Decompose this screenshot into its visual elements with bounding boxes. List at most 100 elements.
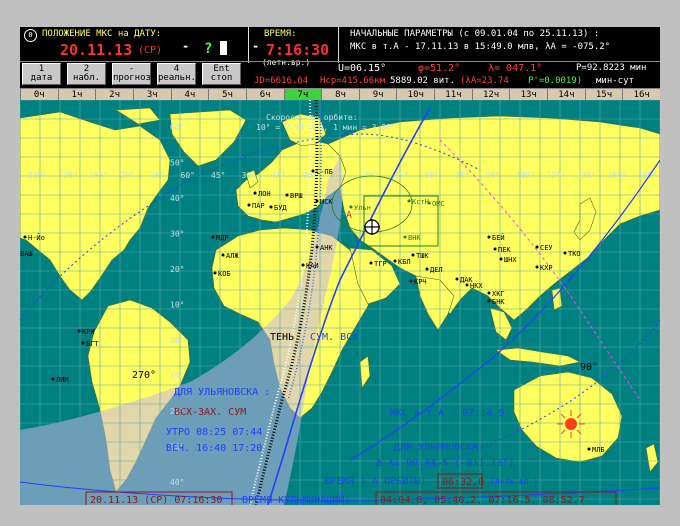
stop-button[interactable]: Ent стоп <box>202 63 241 85</box>
city-label: ТШК <box>416 252 429 260</box>
orbit-time-value[interactable]: 06:32.0 <box>442 477 484 488</box>
city-dot <box>411 253 415 257</box>
time-label: ВРЕМЯ: <box>264 29 297 39</box>
label-270: 270° <box>132 370 156 381</box>
city-dot <box>535 245 539 249</box>
date-button-label: дата <box>30 73 53 83</box>
latitude-label: 10° <box>170 372 184 381</box>
city-dot <box>221 253 225 257</box>
world-map[interactable]: 135° 120° 105° 90° 75° 60° 45° 30° 15° 00° 15° 30° 4… <box>20 100 660 505</box>
city-label: МСК <box>320 198 333 206</box>
date-value[interactable]: 20.11.13 <box>60 41 132 59</box>
time-dash: - <box>252 39 260 53</box>
city-dot <box>587 447 591 451</box>
longitude-labels: 135° 120° 105° 90° 75° 60° 45° 30° 15° 00° 15° 30° 4… <box>28 171 657 180</box>
header-panel: 0 ПОЛОЖЕНИЕ МКС на ДАТУ: 20.11.13 (СР) -… <box>20 27 660 88</box>
dash-marker: - <box>182 39 190 53</box>
culmination-values: 04:04.0, 05:40.2, 07:16.5, 08:52.7 <box>380 495 585 505</box>
city-label: ТКО <box>568 250 581 258</box>
date-button[interactable]: 1 дата <box>22 63 61 85</box>
lambda-value: λ= 047.1° <box>488 63 543 74</box>
city-dot <box>535 265 539 269</box>
latitude-label: 40° <box>170 478 184 487</box>
params-line: МКС в т.А - 17.11.13 в 15:49.0 млв, λА =… <box>350 42 611 52</box>
power-icon[interactable]: 0 <box>24 29 37 42</box>
city-dot <box>311 169 315 173</box>
city-label: ВРШ <box>290 192 303 200</box>
observation-button[interactable]: 2 набл. <box>67 63 106 85</box>
h-value: Hср=415.66км <box>320 76 386 86</box>
stop-button-label: стоп <box>210 73 233 83</box>
header-divider-2 <box>338 27 339 63</box>
philippines <box>551 287 563 311</box>
city-dot <box>493 247 497 251</box>
city-label: КБЛ <box>398 258 411 266</box>
uly-cols: ВСХ-ЗАХ. СУМ <box>174 407 246 418</box>
city-dot <box>349 205 353 209</box>
city-label: Ульн <box>354 204 371 212</box>
evening-times: ВЕЧ. 16:40 17:20 <box>166 443 262 454</box>
city-label: АЛЖ <box>226 252 239 260</box>
latitude-label: 40° <box>170 194 184 203</box>
city-label: БНК <box>492 298 505 306</box>
header-divider-3 <box>20 61 660 62</box>
latitude-label: 20° <box>170 265 184 274</box>
city-dot <box>301 263 305 267</box>
city-dot <box>409 279 413 283</box>
longitude-label: 60° <box>425 171 439 180</box>
longitude-label: 15° <box>333 171 347 180</box>
city-label: ПЕК <box>498 246 511 254</box>
delta-lambda: Δ λ=-00:44.5 (-011.13°) <box>376 458 514 469</box>
phi-value: φ=51.2° <box>418 63 461 74</box>
longitude-label: 30° <box>242 171 256 180</box>
u-value: U=06.15° <box>338 63 387 74</box>
city-dot <box>315 245 319 249</box>
city-label: Н-Йо <box>28 233 45 242</box>
city-label: ВНК <box>408 234 421 242</box>
forecast-button[interactable]: - прогноз <box>112 63 151 85</box>
city-label: КОБ <box>218 270 231 278</box>
label-90: 90° <box>580 362 598 373</box>
city-dot <box>81 341 85 345</box>
city-label: ВАШ <box>20 250 33 258</box>
uly2-title: ДЛЯ УЛЬЯНОВСКА: <box>394 442 484 453</box>
city-dot <box>499 257 503 261</box>
city-label: ДЕЛ <box>430 266 443 274</box>
orbit-time-note: (летн.вр.) <box>490 477 538 486</box>
time-value[interactable]: 7:16:30 <box>266 41 329 59</box>
city-label: БЕЙ <box>492 233 505 242</box>
longitude-label: 75° <box>150 171 164 180</box>
cursor-block <box>220 41 227 55</box>
longitude-label: 120° <box>547 171 566 180</box>
city-label: ТГР <box>374 260 387 268</box>
minsut: мин-сут <box>596 76 634 86</box>
city-label: ЛИМ <box>56 376 69 384</box>
pprime-value: P'=0.0019) <box>528 76 583 86</box>
city-dot <box>23 235 27 239</box>
city-dot <box>369 261 373 265</box>
shadow-label: ТЕНЬ <box>270 332 294 343</box>
longitude-label: 45° <box>211 171 225 180</box>
city-dot <box>563 251 567 255</box>
params-title: НАЧАЛЬНЫЕ ПАРАМЕТРЫ (с 09.01.04 по 25.11… <box>350 29 600 39</box>
latitude-label: 50° <box>170 159 184 168</box>
longitude-label: 90° <box>486 171 500 180</box>
city-label: С-ПБ <box>316 168 333 176</box>
city-dot <box>285 193 289 197</box>
city-dot <box>425 267 429 271</box>
city-label: КстН <box>412 198 429 206</box>
latitude-label: 30° <box>170 230 184 239</box>
forecast-button-label: прогноз <box>113 73 151 83</box>
realtime-button[interactable]: 4 реальн. <box>157 63 196 85</box>
realtime-button-label: реальн. <box>158 73 196 83</box>
city-label: АНК <box>320 244 333 252</box>
morning-times: УТРО 08:25 07:44 <box>166 427 262 438</box>
city-label: ДАК <box>460 276 473 284</box>
city-label: СЕУ <box>540 244 553 252</box>
turns-value: 5889.02 вит. <box>390 76 456 86</box>
weekday: (СР) <box>138 45 163 56</box>
longitude-label: 135° <box>577 171 596 180</box>
longitude-label: 105° <box>516 171 535 180</box>
city-dot <box>487 291 491 295</box>
longitude-label: 75° <box>455 171 469 180</box>
